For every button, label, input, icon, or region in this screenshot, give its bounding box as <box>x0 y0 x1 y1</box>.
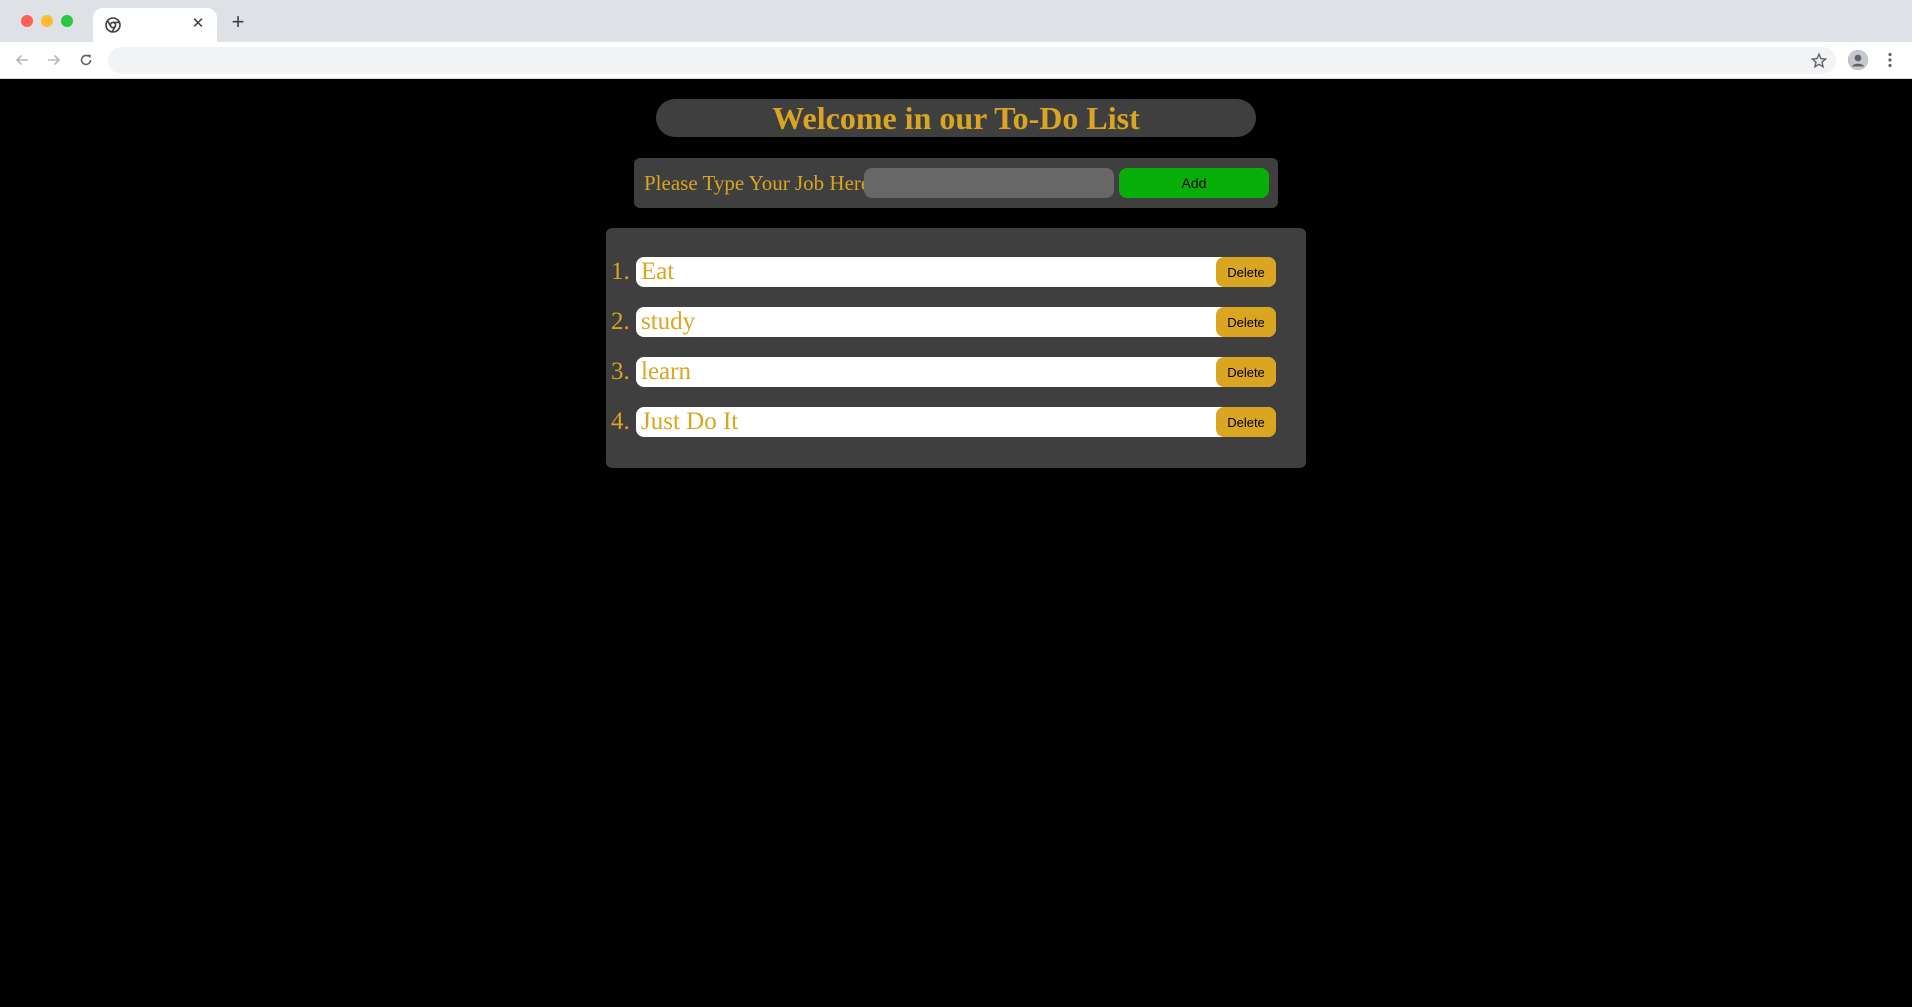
todo-list: 1. Eat Delete 2. study Delete 3. learn D… <box>606 257 1306 457</box>
todo-item: 4. Just Do It Delete <box>606 407 1306 437</box>
star-icon[interactable] <box>1810 52 1828 70</box>
tab-close-icon[interactable]: ✕ <box>189 15 207 33</box>
todo-item-field: Just Do It Delete <box>636 407 1276 437</box>
todo-item: 1. Eat Delete <box>606 257 1306 287</box>
window-maximize-dot[interactable] <box>61 15 73 27</box>
browser-chrome: ✕ + <box>0 0 1912 79</box>
todo-item-field: study Delete <box>636 307 1276 337</box>
window-close-dot[interactable] <box>21 15 33 27</box>
todo-item-field: learn Delete <box>636 357 1276 387</box>
window-minimize-dot[interactable] <box>41 15 53 27</box>
add-button[interactable]: Add <box>1119 168 1269 198</box>
todo-item: 3. learn Delete <box>606 357 1306 387</box>
add-job-form: Please Type Your Job Here Add <box>634 158 1278 208</box>
arrow-left-icon[interactable] <box>12 50 32 70</box>
kebab-menu-icon[interactable] <box>1880 50 1900 70</box>
title-banner: Welcome in our To-Do List <box>656 99 1256 137</box>
todo-page: Welcome in our To-Do List Please Type Yo… <box>0 79 1912 1007</box>
todo-item-text: learn <box>641 358 691 385</box>
browser-tab[interactable]: ✕ <box>93 8 217 42</box>
delete-button[interactable]: Delete <box>1216 307 1276 337</box>
reload-icon[interactable] <box>76 50 96 70</box>
todo-list-panel: 1. Eat Delete 2. study Delete 3. learn D… <box>606 228 1306 468</box>
address-bar[interactable] <box>108 47 1836 74</box>
job-input-label: Please Type Your Job Here <box>644 171 871 195</box>
avatar-icon[interactable] <box>1848 50 1868 70</box>
todo-item-number: 1. <box>611 258 630 285</box>
todo-item-number: 4. <box>611 408 630 435</box>
delete-button[interactable]: Delete <box>1216 407 1276 437</box>
todo-item-text: study <box>641 308 696 335</box>
new-tab-icon[interactable]: + <box>228 11 248 33</box>
chrome-icon <box>105 17 121 33</box>
todo-item-number: 2. <box>611 308 630 335</box>
page-title: Welcome in our To-Do List <box>772 100 1140 136</box>
tab-strip: ✕ + <box>0 0 1912 42</box>
todo-item-text: Eat <box>641 258 675 285</box>
job-input[interactable] <box>864 168 1114 198</box>
todo-item: 2. study Delete <box>606 307 1306 337</box>
arrow-right-icon[interactable] <box>44 50 64 70</box>
todo-item-text: Just Do It <box>641 408 739 435</box>
browser-toolbar <box>0 42 1912 79</box>
delete-button[interactable]: Delete <box>1216 257 1276 287</box>
todo-item-field: Eat Delete <box>636 257 1276 287</box>
delete-button[interactable]: Delete <box>1216 357 1276 387</box>
todo-item-number: 3. <box>611 358 630 385</box>
